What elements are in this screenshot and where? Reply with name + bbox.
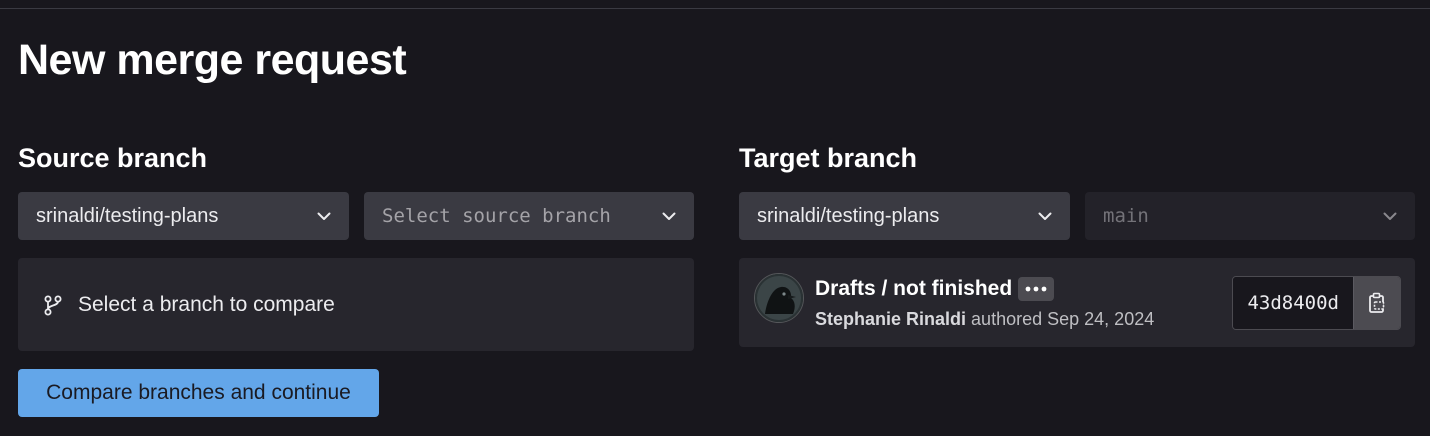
clipboard-copy-icon <box>1369 292 1385 313</box>
target-branch-value: main <box>1103 205 1149 227</box>
copy-sha-button[interactable] <box>1353 277 1400 329</box>
commit-action: authored <box>971 309 1043 329</box>
commit-sha[interactable]: 43d8400d <box>1233 277 1353 329</box>
source-branch-dropdown[interactable]: Select source branch <box>364 192 694 240</box>
commit-title[interactable]: Drafts / not finished <box>815 277 1012 301</box>
chevron-down-icon <box>317 212 331 220</box>
git-branch-icon <box>44 295 62 315</box>
target-branch-dropdown[interactable]: main <box>1085 192 1415 240</box>
chevron-down-icon <box>1038 212 1052 220</box>
commit-author[interactable]: Stephanie Rinaldi <box>815 309 966 329</box>
avatar[interactable] <box>754 273 804 323</box>
target-project-value: srinaldi/testing-plans <box>757 204 940 227</box>
source-branch-placeholder: Select source branch <box>382 205 611 227</box>
chevron-down-icon <box>662 212 676 220</box>
target-branch-heading: Target branch <box>739 143 918 173</box>
commit-title-row: Drafts / not finished <box>815 277 1055 301</box>
source-compare-panel: Select a branch to compare <box>18 258 694 351</box>
chevron-down-icon <box>1383 212 1397 220</box>
commit-date: Sep 24, 2024 <box>1047 309 1155 329</box>
target-commit-panel: Drafts / not finished Stephanie Rinaldi … <box>739 258 1415 347</box>
commit-meta: Stephanie Rinaldi authored Sep 24, 2024 <box>815 309 1154 330</box>
top-border <box>0 0 1430 9</box>
compare-message: Select a branch to compare <box>78 292 335 316</box>
compare-message-row: Select a branch to compare <box>18 258 694 351</box>
source-project-dropdown[interactable]: srinaldi/testing-plans <box>18 192 349 240</box>
source-project-value: srinaldi/testing-plans <box>36 204 219 227</box>
page-title: New merge request <box>18 36 407 84</box>
commit-sha-group: 43d8400d <box>1232 276 1401 330</box>
source-branch-heading: Source branch <box>18 143 208 173</box>
compare-branches-button[interactable]: Compare branches and continue <box>18 369 379 417</box>
ellipsis-icon[interactable] <box>1018 277 1055 301</box>
avatar-image <box>755 274 803 322</box>
target-project-dropdown[interactable]: srinaldi/testing-plans <box>739 192 1070 240</box>
